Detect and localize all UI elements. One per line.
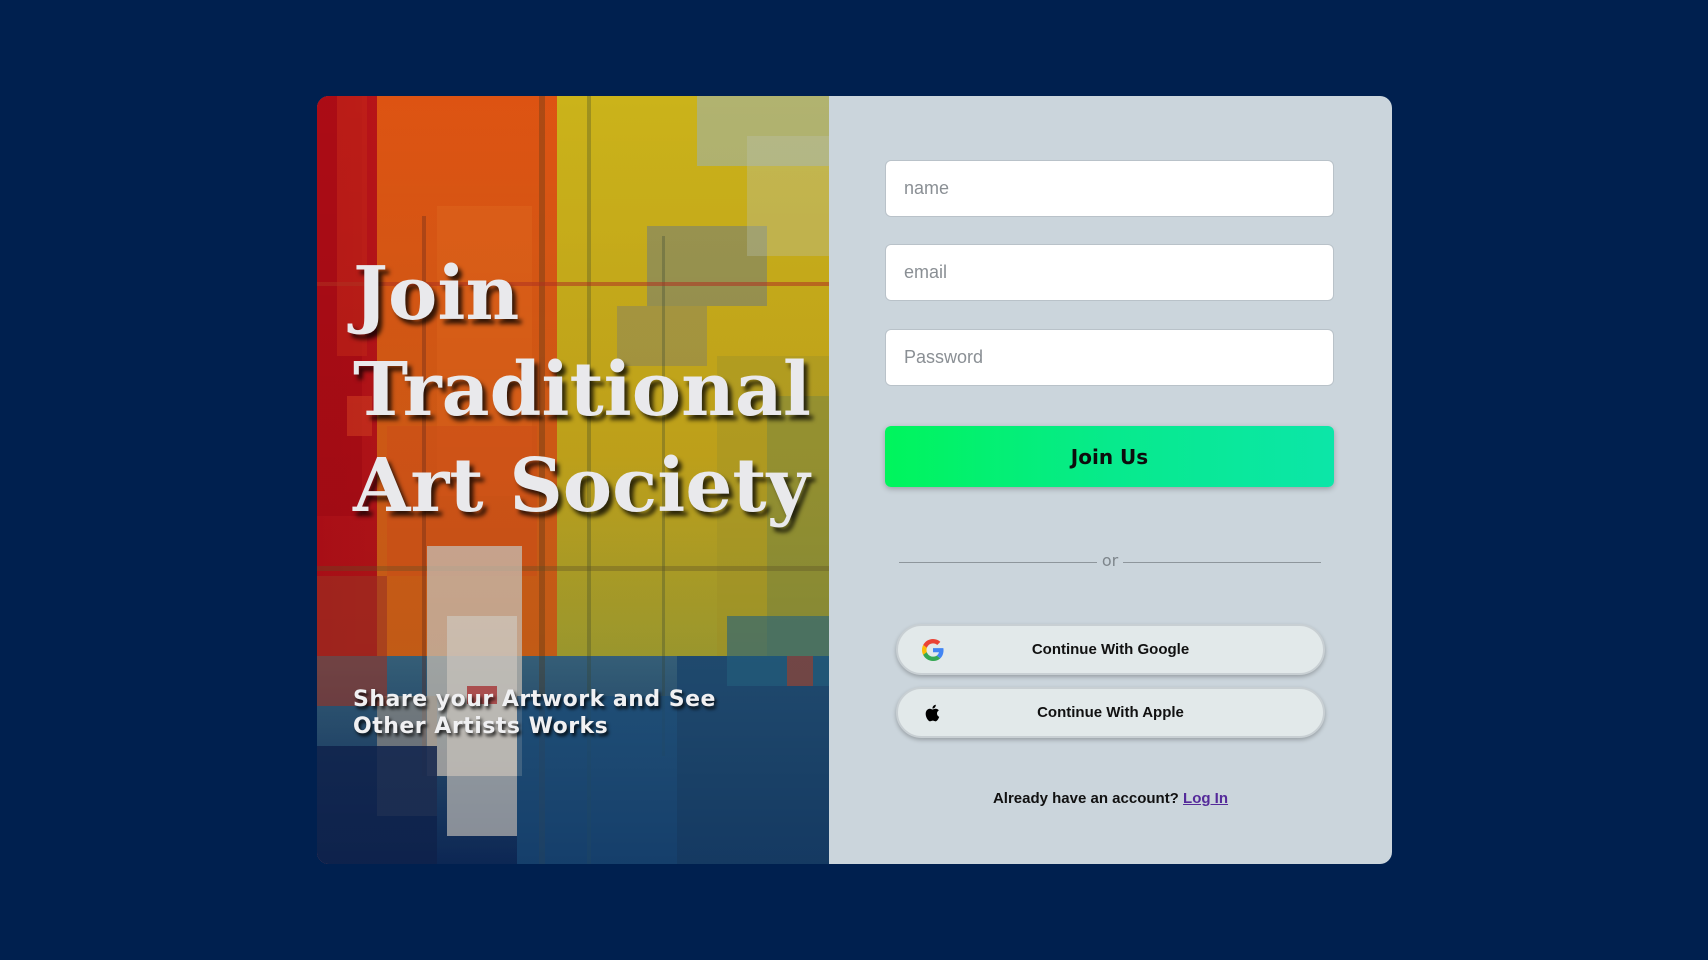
name-field[interactable] — [885, 160, 1334, 217]
email-field[interactable] — [885, 244, 1334, 301]
divider-line-left — [899, 561, 1097, 563]
continue-with-google-button[interactable]: Continue With Google — [896, 624, 1325, 675]
google-button-label: Continue With Google — [1031, 641, 1190, 658]
login-link[interactable]: Log In — [1183, 790, 1228, 807]
tagline: Share your Artwork and See Other Artists… — [353, 687, 716, 739]
password-field[interactable] — [885, 329, 1334, 386]
headline-line-2: Traditional — [353, 347, 811, 433]
login-prompt: Already have an account? Log In — [829, 790, 1392, 807]
signup-form: Join Us or Continue With Google Continue… — [829, 96, 1392, 864]
already-have-account-text: Already have an account? — [992, 790, 1179, 807]
page-title: Join Traditional Art Society — [353, 246, 813, 534]
headline-line-1: Join — [353, 251, 520, 337]
or-divider: or — [899, 551, 1321, 572]
apple-icon — [925, 704, 940, 722]
headline-line-3: Art Society — [353, 443, 810, 529]
join-us-button[interactable]: Join Us — [885, 426, 1334, 487]
hero-panel: Join Traditional Art Society Share your Ar… — [317, 96, 829, 864]
signup-card: Join Traditional Art Society Share your Ar… — [317, 96, 1392, 864]
apple-button-label: Continue With Apple — [1037, 704, 1184, 721]
divider-line-right — [1123, 561, 1321, 563]
continue-with-apple-button[interactable]: Continue With Apple — [896, 687, 1325, 738]
divider-label: or — [1101, 551, 1119, 570]
google-icon — [922, 639, 944, 661]
